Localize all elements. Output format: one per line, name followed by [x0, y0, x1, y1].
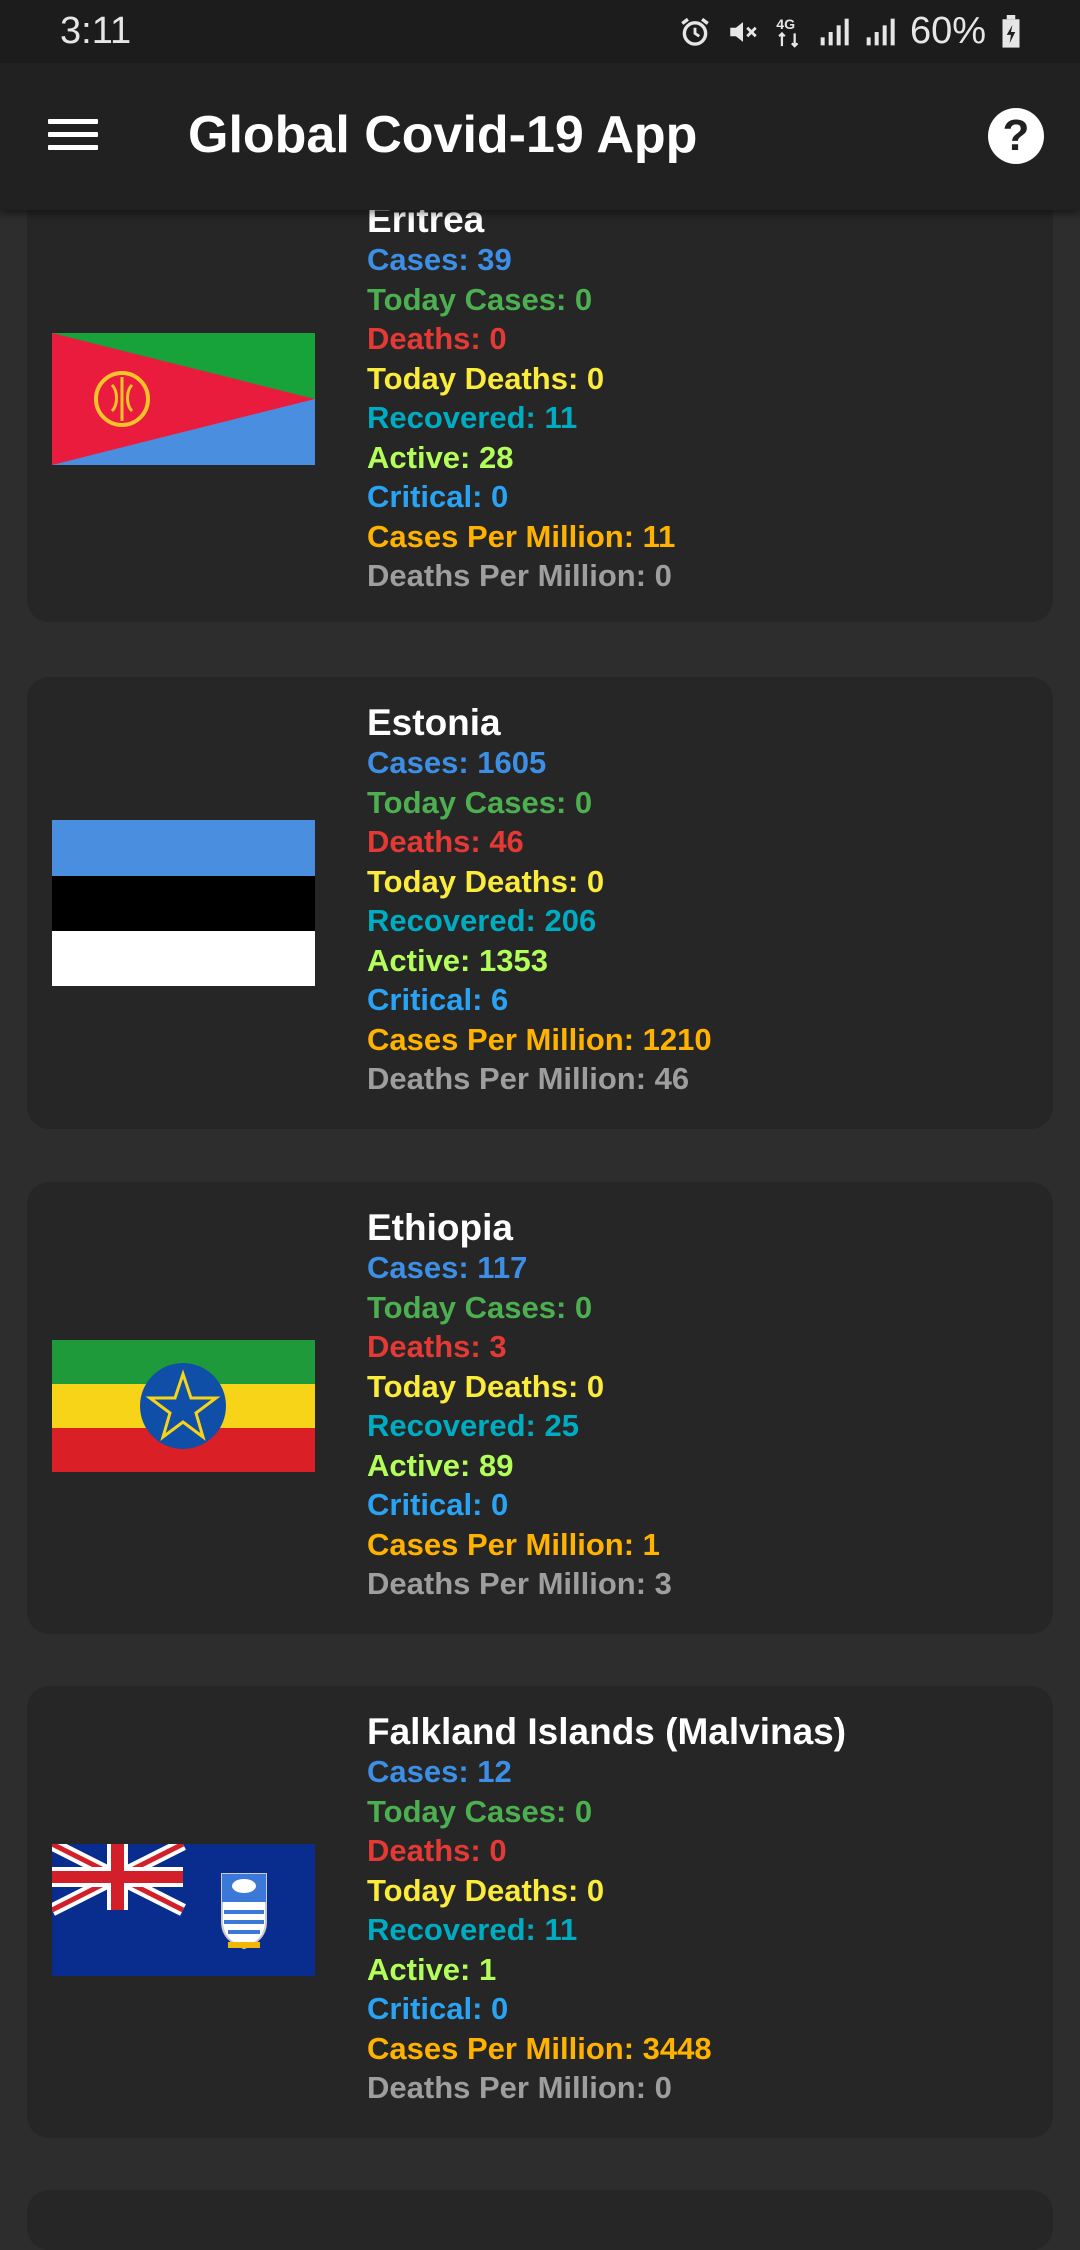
recovered-line: Recovered: 206: [367, 903, 597, 938]
status-bar: 3:11 4G 60%: [0, 0, 1080, 63]
country-name: Ethiopia: [367, 1207, 513, 1248]
ethiopia-flag: [52, 1340, 315, 1472]
status-icons: 4G 60%: [678, 10, 1022, 53]
falkland-islands-flag: [52, 1844, 315, 1976]
country-stats: Estonia Cases: 1605 Today Cases: 0 Death…: [367, 703, 712, 1099]
country-stats: Eritrea Cases: 39 Today Cases: 0 Deaths:…: [367, 200, 675, 596]
deaths-per-million-line: Deaths Per Million: 0: [367, 558, 672, 593]
today-cases-line: Today Cases: 0: [367, 1793, 593, 1829]
app-bar: Global Covid-19 App ?: [0, 63, 1080, 210]
cases-line: Cases: 12: [367, 1754, 512, 1789]
today-deaths-line: Today Deaths: 0: [367, 360, 605, 396]
country-card-estonia[interactable]: Estonia Cases: 1605 Today Cases: 0 Death…: [27, 677, 1053, 1129]
today-deaths-line: Today Deaths: 0: [367, 863, 605, 899]
cases-per-million-line: Cases Per Million: 3448: [367, 2030, 712, 2066]
deaths-per-million-line: Deaths Per Million: 3: [367, 1566, 672, 1601]
help-icon[interactable]: ?: [988, 108, 1044, 164]
mute-icon: [730, 21, 757, 42]
recovered-line: Recovered: 11: [367, 400, 578, 435]
svg-text:4G: 4G: [776, 17, 795, 33]
menu-icon[interactable]: [42, 111, 102, 163]
battery-icon: [1002, 14, 1020, 48]
app-title: Global Covid-19 App: [188, 106, 698, 164]
country-card-next[interactable]: [27, 2190, 1053, 2250]
deaths-per-million-line: Deaths Per Million: 0: [367, 2070, 672, 2105]
cases-line: Cases: 1605: [367, 745, 547, 780]
battery-level: 60%: [909, 10, 986, 52]
active-line: Active: 89: [367, 1447, 514, 1483]
cases-per-million-line: Cases Per Million: 1210: [367, 1021, 712, 1057]
deaths-line: Deaths: 0: [367, 1833, 507, 1868]
active-line: Active: 1353: [367, 942, 548, 978]
country-card-ethiopia[interactable]: Ethiopia Cases: 117 Today Cases: 0 Death…: [27, 1182, 1053, 1634]
cases-per-million-line: Cases Per Million: 1: [367, 1526, 660, 1562]
today-cases-line: Today Cases: 0: [367, 281, 593, 317]
recovered-line: Recovered: 11: [367, 1912, 578, 1947]
country-card-eritrea[interactable]: Eritrea Cases: 39 Today Cases: 0 Deaths:…: [27, 170, 1053, 622]
country-stats: Ethiopia Cases: 117 Today Cases: 0 Death…: [367, 1208, 672, 1604]
network-4g-icon: 4G: [776, 17, 799, 48]
deaths-line: Deaths: 46: [367, 824, 524, 859]
critical-line: Critical: 0: [367, 1487, 509, 1522]
today-deaths-line: Today Deaths: 0: [367, 1872, 605, 1908]
active-line: Active: 28: [367, 439, 514, 475]
critical-line: Critical: 6: [367, 982, 509, 1017]
today-deaths-line: Today Deaths: 0: [367, 1368, 605, 1404]
signal-icon: [820, 18, 849, 45]
today-cases-line: Today Cases: 0: [367, 784, 593, 820]
estonia-flag: [52, 820, 315, 986]
deaths-per-million-line: Deaths Per Million: 46: [367, 1061, 690, 1096]
country-name: Estonia: [367, 702, 501, 743]
active-line: Active: 1: [367, 1951, 497, 1987]
eritrea-flag: [52, 333, 315, 465]
critical-line: Critical: 0: [367, 1991, 509, 2026]
country-stats: Falkland Islands (Malvinas) Cases: 12 To…: [367, 1712, 846, 2108]
cases-per-million-line: Cases Per Million: 11: [367, 518, 676, 554]
deaths-line: Deaths: 3: [367, 1329, 507, 1364]
status-time: 3:11: [60, 10, 132, 52]
country-card-falkland-islands[interactable]: Falkland Islands (Malvinas) Cases: 12 To…: [27, 1686, 1053, 2138]
country-name: Falkland Islands (Malvinas): [367, 1711, 847, 1752]
alarm-icon: [681, 17, 709, 46]
today-cases-line: Today Cases: 0: [367, 1289, 593, 1325]
signal-icon-2: [866, 18, 895, 45]
recovered-line: Recovered: 25: [367, 1408, 579, 1443]
cases-line: Cases: 117: [367, 1250, 528, 1285]
cases-line: Cases: 39: [367, 242, 512, 277]
critical-line: Critical: 0: [367, 479, 509, 514]
deaths-line: Deaths: 0: [367, 321, 507, 356]
